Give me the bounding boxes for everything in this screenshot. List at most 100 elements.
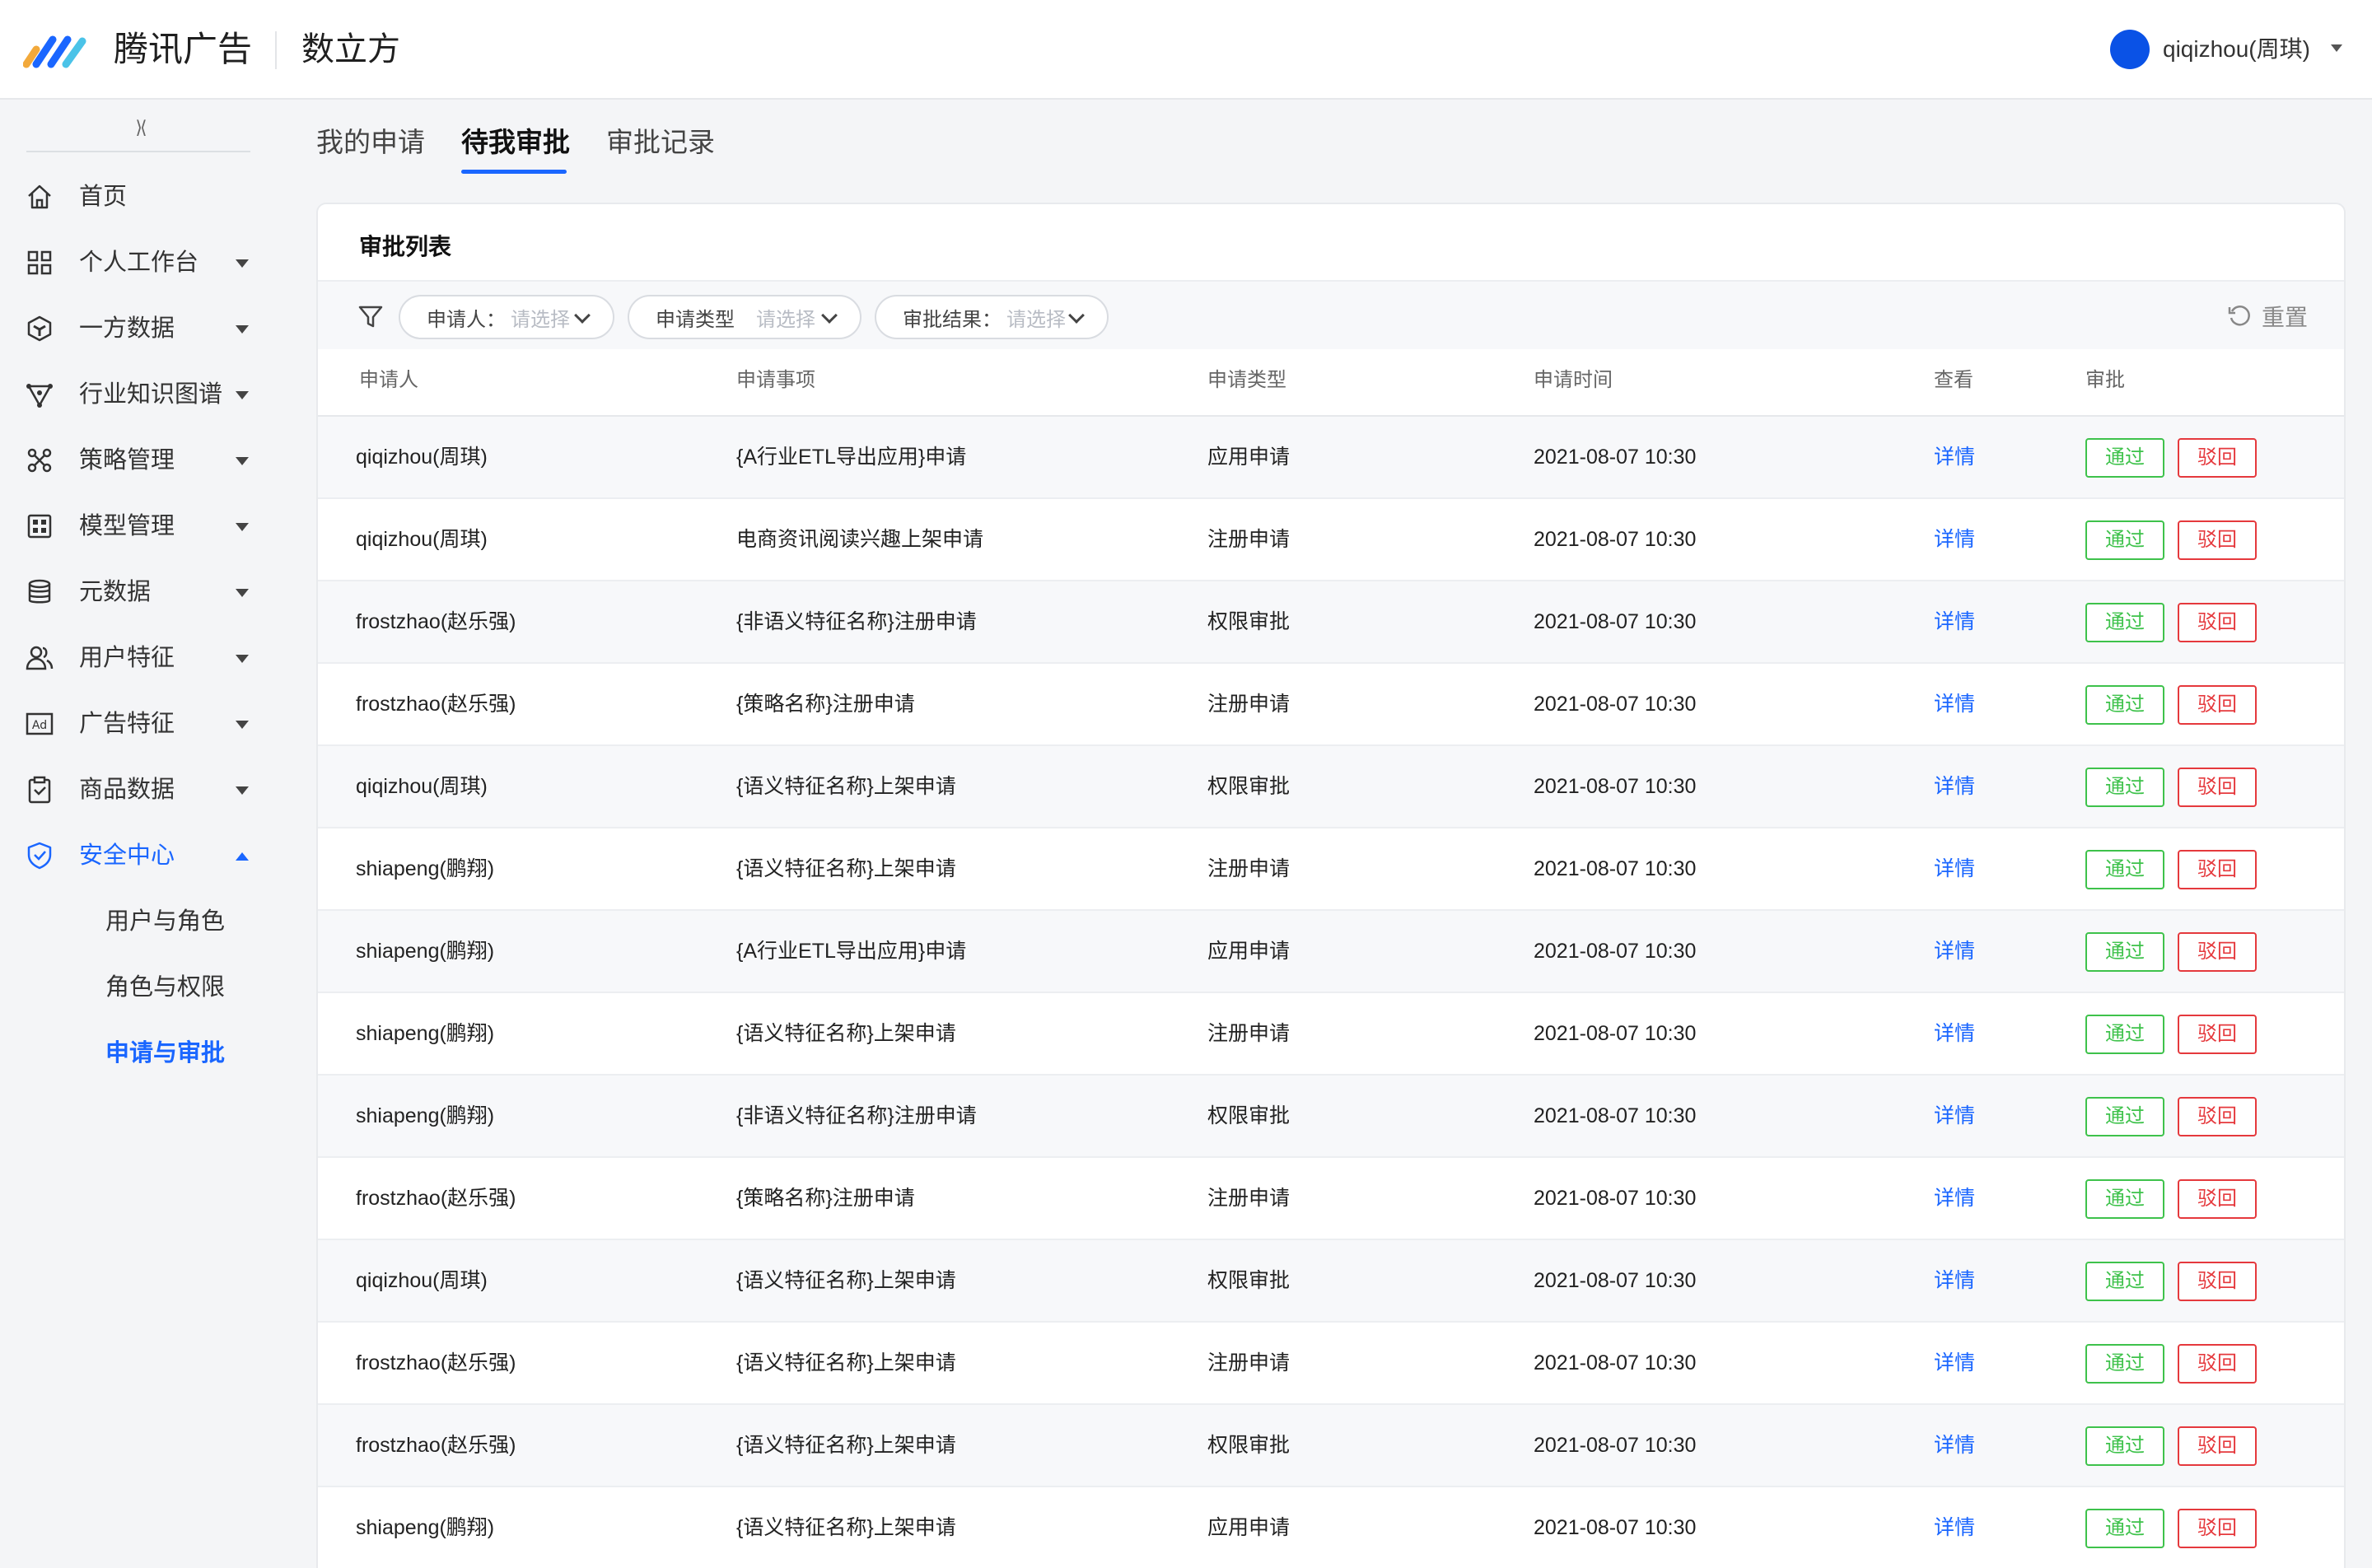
- tab-approval-records[interactable]: 审批记录: [606, 122, 715, 163]
- chevron-down-icon[interactable]: [236, 457, 249, 465]
- chevron-down-icon[interactable]: [236, 721, 249, 729]
- ad-icon: Ad: [26, 712, 54, 735]
- approve-button[interactable]: 通过: [2085, 603, 2164, 642]
- approve-button[interactable]: 通过: [2085, 520, 2164, 560]
- reject-button[interactable]: 驳回: [2178, 603, 2257, 642]
- chevron-down-icon[interactable]: [236, 786, 249, 795]
- reject-button[interactable]: 驳回: [2178, 438, 2257, 478]
- user-name[interactable]: qiqizhou(周琪): [2163, 31, 2310, 68]
- detail-link[interactable]: 详情: [1934, 520, 1975, 558]
- detail-link[interactable]: 详情: [1934, 603, 1975, 641]
- approve-button[interactable]: 通过: [2085, 768, 2164, 807]
- sidebar-item-workbench[interactable]: 个人工作台: [0, 238, 280, 287]
- tencent-ads-logo-icon[interactable]: [23, 31, 87, 69]
- sidebar-item-knowledge-graph[interactable]: 行业知识图谱: [0, 370, 280, 419]
- approve-button[interactable]: 通过: [2085, 1426, 2164, 1466]
- cell-type: 权限审批: [1207, 1104, 1291, 1127]
- reject-button[interactable]: 驳回: [2178, 1426, 2257, 1466]
- type-filter-select[interactable]: 申请类型 请选择: [628, 295, 861, 339]
- cube-icon: [27, 315, 52, 342]
- chevron-down-icon[interactable]: [236, 589, 249, 597]
- reject-button[interactable]: 驳回: [2178, 1179, 2257, 1219]
- refresh-icon: [2228, 306, 2250, 326]
- detail-link[interactable]: 详情: [1934, 932, 1975, 970]
- sidebar-subitem-apply-approve[interactable]: 申请与审批: [105, 1029, 225, 1078]
- approve-button[interactable]: 通过: [2085, 1097, 2164, 1136]
- reject-button[interactable]: 驳回: [2178, 1509, 2257, 1548]
- cell-item: {语义特征名称}上架申请: [736, 1022, 956, 1045]
- svg-text:Ad: Ad: [32, 719, 47, 732]
- chevron-down-icon[interactable]: [236, 325, 249, 334]
- sidebar-item-product-data[interactable]: 商品数据: [0, 765, 280, 814]
- reject-button[interactable]: 驳回: [2178, 932, 2257, 972]
- reject-button[interactable]: 驳回: [2178, 850, 2257, 889]
- reject-button[interactable]: 驳回: [2178, 1097, 2257, 1136]
- sidebar-item-ad-features[interactable]: Ad 广告特征: [0, 699, 280, 749]
- detail-link[interactable]: 详情: [1934, 685, 1975, 723]
- brand-divider: [275, 31, 277, 69]
- sidebar-item-metadata[interactable]: 元数据: [0, 567, 280, 617]
- approve-button[interactable]: 通过: [2085, 1344, 2164, 1384]
- cell-applicant: frostzhao(赵乐强): [356, 693, 516, 716]
- detail-link[interactable]: 详情: [1934, 1509, 1975, 1547]
- tab-pending-approval[interactable]: 待我审批: [461, 122, 570, 163]
- approve-button[interactable]: 通过: [2085, 932, 2164, 972]
- user-menu-caret-icon[interactable]: [2331, 44, 2342, 52]
- detail-link[interactable]: 详情: [1934, 1179, 1975, 1217]
- sidebar-item-user-features[interactable]: 用户特征: [0, 633, 280, 683]
- sidebar-item-label: 元数据: [79, 579, 152, 605]
- cell-item: {语义特征名称}上架申请: [736, 1351, 956, 1374]
- cell-type: 注册申请: [1207, 857, 1291, 880]
- cell-item: {语义特征名称}上架申请: [736, 857, 956, 880]
- table-row: frostzhao(赵乐强) {策略名称}注册申请 注册申请 2021-08-07 1…: [318, 1158, 2344, 1240]
- detail-link[interactable]: 详情: [1934, 1097, 1975, 1135]
- user-avatar[interactable]: [2110, 30, 2150, 69]
- cell-applicant: shiapeng(鹏翔): [356, 1022, 495, 1045]
- applicant-filter-select[interactable]: 申请人： 请选择: [399, 295, 614, 339]
- reject-button[interactable]: 驳回: [2178, 1015, 2257, 1054]
- chevron-down-icon[interactable]: [236, 655, 249, 663]
- sidebar-subitem-roles-permissions[interactable]: 角色与权限: [105, 963, 225, 1012]
- approve-button[interactable]: 通过: [2085, 1179, 2164, 1219]
- chevron-down-icon[interactable]: [236, 259, 249, 268]
- cell-type: 权限审批: [1207, 1269, 1291, 1292]
- sidebar-item-model[interactable]: 模型管理: [0, 502, 280, 551]
- filter-placeholder: 请选择: [1006, 308, 1066, 331]
- reset-button[interactable]: 重置: [2227, 300, 2308, 333]
- approve-button[interactable]: 通过: [2085, 1262, 2164, 1301]
- cell-applicant: shiapeng(鹏翔): [356, 1516, 495, 1539]
- chevron-down-icon[interactable]: [236, 523, 249, 531]
- sidebar-item-strategy[interactable]: 策略管理: [0, 436, 280, 485]
- filter-icon[interactable]: [357, 303, 384, 329]
- detail-link[interactable]: 详情: [1934, 438, 1975, 476]
- approve-button[interactable]: 通过: [2085, 1509, 2164, 1548]
- reject-button[interactable]: 驳回: [2178, 520, 2257, 560]
- chevron-up-icon[interactable]: [236, 852, 249, 861]
- detail-link[interactable]: 详情: [1934, 1344, 1975, 1382]
- detail-link[interactable]: 详情: [1934, 768, 1975, 805]
- approval-list-card: 审批列表 申请人： 请选择 申请类型 请选择 审批结果： 请选择 重置 申请人 …: [316, 203, 2346, 1568]
- approve-button[interactable]: 通过: [2085, 685, 2164, 725]
- detail-link[interactable]: 详情: [1934, 850, 1975, 888]
- reject-button[interactable]: 驳回: [2178, 1344, 2257, 1384]
- chevron-down-icon[interactable]: [236, 391, 249, 399]
- reject-button[interactable]: 驳回: [2178, 1262, 2257, 1301]
- approve-button[interactable]: 通过: [2085, 850, 2164, 889]
- detail-link[interactable]: 详情: [1934, 1015, 1975, 1052]
- sidebar-item-label: 安全中心: [79, 842, 175, 869]
- sidebar-item-security[interactable]: 安全中心: [0, 831, 280, 880]
- table-row: qiqizhou(周琪) {A行业ETL导出应用}申请 应用申请 2021-08-07…: [318, 417, 2344, 499]
- detail-link[interactable]: 详情: [1934, 1426, 1975, 1464]
- tab-my-applications[interactable]: 我的申请: [316, 122, 425, 163]
- sidebar-item-first-party-data[interactable]: 一方数据: [0, 304, 280, 353]
- detail-link[interactable]: 详情: [1934, 1262, 1975, 1300]
- result-filter-select[interactable]: 审批结果： 请选择: [875, 295, 1109, 339]
- cell-item: {语义特征名称}上架申请: [736, 775, 956, 798]
- sidebar-collapse-icon[interactable]: ⟩⟨: [124, 114, 156, 141]
- reject-button[interactable]: 驳回: [2178, 685, 2257, 725]
- sidebar-subitem-users-roles[interactable]: 用户与角色: [105, 897, 225, 946]
- approve-button[interactable]: 通过: [2085, 1015, 2164, 1054]
- reject-button[interactable]: 驳回: [2178, 768, 2257, 807]
- approve-button[interactable]: 通过: [2085, 438, 2164, 478]
- sidebar-item-home[interactable]: 首页: [0, 172, 280, 222]
